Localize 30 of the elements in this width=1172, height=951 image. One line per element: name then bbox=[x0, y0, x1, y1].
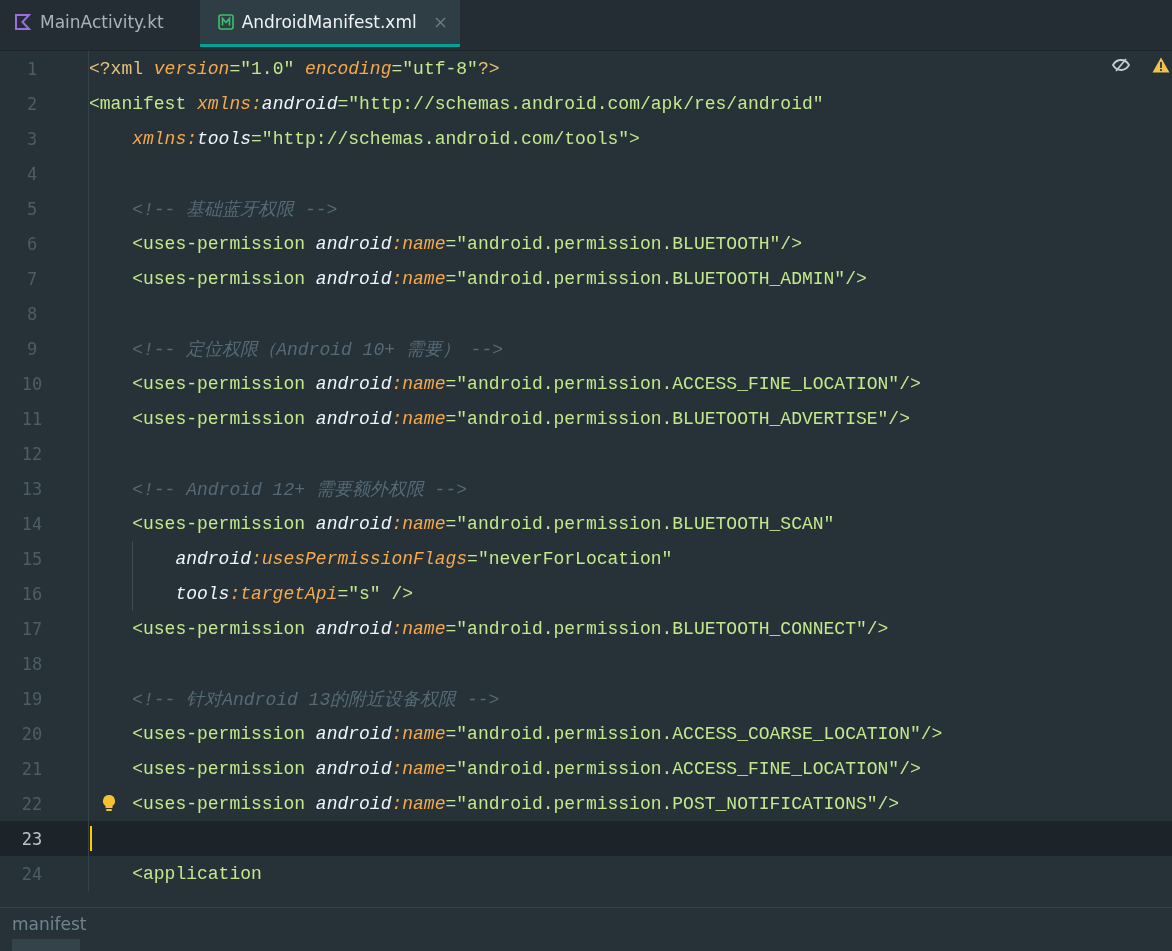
code-line: <application bbox=[132, 863, 262, 884]
lightbulb-icon[interactable] bbox=[101, 794, 117, 813]
code-line: <uses-permission android:name="android.permission.ACCESS_FINE_LOCATION"/> bbox=[132, 373, 921, 394]
code-line: <!-- Android 12+ 需要额外权限 --> bbox=[132, 478, 468, 501]
code-line: <?xml version="1.0" encoding="utf-8"?> bbox=[89, 58, 500, 79]
warning-icon[interactable] bbox=[1152, 57, 1170, 73]
code-line: xmlns:tools="http://schemas.android.com/tools"> bbox=[132, 128, 640, 149]
breadcrumb[interactable]: manifest bbox=[12, 914, 87, 934]
code-line: <!-- 基础蓝牙权限 --> bbox=[132, 198, 338, 221]
text-caret bbox=[90, 826, 92, 851]
code-line: <!-- 针对Android 13的附近设备权限 --> bbox=[132, 688, 500, 711]
code-line: <uses-permission android:name="android.permission.BLUETOOTH_CONNECT"/> bbox=[132, 618, 889, 639]
code-line: android:usesPermissionFlags="neverForLocation" bbox=[175, 548, 673, 569]
code-line: <uses-permission android:name="android.permission.ACCESS_COARSE_LOCATION"/> bbox=[132, 723, 943, 744]
editor-tab[interactable]: MainActivity.kt bbox=[0, 0, 178, 47]
code-line: <uses-permission android:name="android.permission.BLUETOOTH"/> bbox=[132, 233, 802, 254]
close-icon[interactable] bbox=[434, 16, 446, 28]
code-line: <!-- 定位权限（Android 10+ 需要） --> bbox=[132, 338, 504, 361]
line-number: 23 bbox=[20, 828, 44, 849]
kotlin-icon bbox=[14, 13, 32, 31]
manifest-icon bbox=[217, 14, 234, 30]
code-line: <manifest xmlns:android="http://schemas.android.com/apk/res/android" bbox=[89, 93, 824, 114]
code-line: <uses-permission android:name="android.permission.POST_NOTIFICATIONS"/> bbox=[132, 793, 900, 814]
editor-tab[interactable]: AndroidManifest.xml bbox=[199, 0, 460, 47]
code-line: <uses-permission android:name="android.permission.BLUETOOTH_ADVERTISE"/> bbox=[132, 408, 910, 429]
hidden-eye-icon[interactable] bbox=[1112, 58, 1130, 72]
code-line: <uses-permission android:name="android.permission.BLUETOOTH_SCAN" bbox=[132, 513, 835, 534]
code-line: <uses-permission android:name="android.permission.BLUETOOTH_ADMIN"/> bbox=[132, 268, 867, 289]
code-line: <uses-permission android:name="android.permission.ACCESS_FINE_LOCATION"/> bbox=[132, 758, 921, 779]
code-line: tools:targetApi="s" /> bbox=[175, 583, 414, 604]
